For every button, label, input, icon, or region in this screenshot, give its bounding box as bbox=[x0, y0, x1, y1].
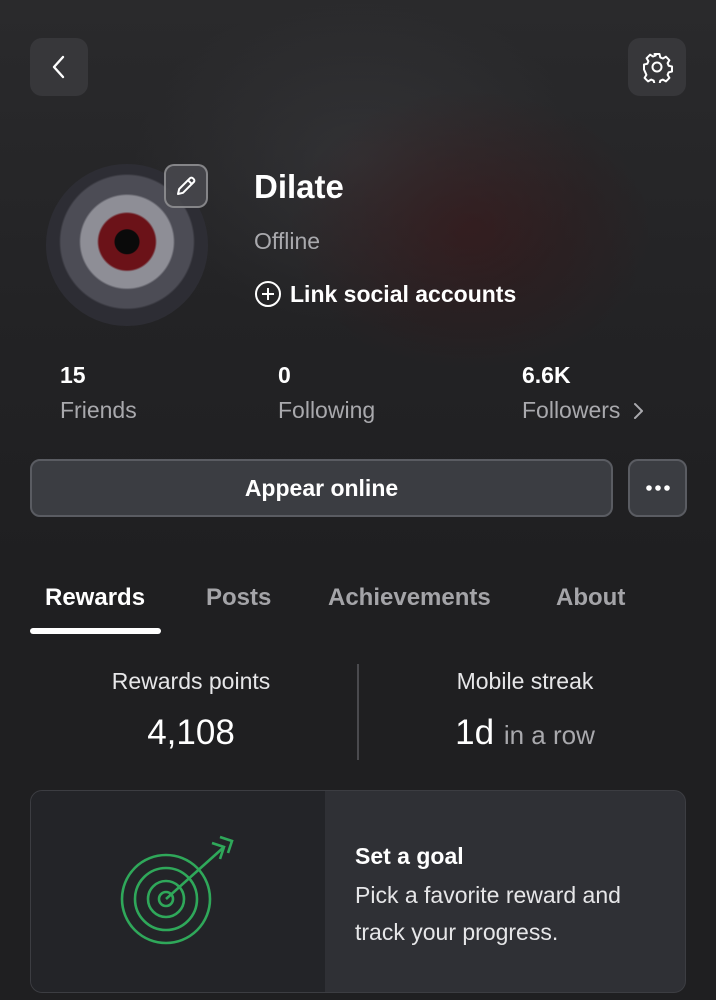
tab-posts[interactable]: Posts bbox=[206, 584, 271, 612]
followers-count: 6.6K bbox=[522, 362, 571, 388]
ellipsis-icon bbox=[645, 485, 670, 491]
tab-about[interactable]: About bbox=[556, 584, 625, 612]
following-label: Following bbox=[278, 397, 376, 423]
gear-icon bbox=[643, 53, 673, 83]
mobile-streak-panel: Mobile streak 1d in a row bbox=[364, 668, 686, 753]
tab-achievements[interactable]: Achievements bbox=[328, 584, 491, 612]
link-social-accounts-button[interactable]: Link social accounts bbox=[254, 280, 516, 308]
friends-stat[interactable]: 15 Friends bbox=[60, 362, 137, 424]
chevron-left-icon bbox=[52, 55, 65, 79]
appear-online-button[interactable]: Appear online bbox=[30, 459, 613, 517]
edit-avatar-button[interactable] bbox=[164, 164, 208, 208]
goal-card-description: Pick a favorite reward and track your pr… bbox=[355, 882, 621, 945]
rewards-points-panel: Rewards points 4,108 bbox=[30, 668, 352, 753]
link-social-label: Link social accounts bbox=[290, 280, 517, 307]
plus-circle-icon bbox=[255, 281, 281, 307]
chevron-right-icon bbox=[634, 402, 644, 419]
goal-card-title: Set a goal bbox=[355, 843, 464, 869]
friends-count: 15 bbox=[60, 362, 86, 388]
presence-status: Offline bbox=[254, 228, 321, 254]
target-icon bbox=[120, 835, 234, 944]
rewards-divider bbox=[357, 664, 359, 760]
settings-button[interactable] bbox=[628, 38, 686, 96]
username: Dilate bbox=[254, 168, 344, 205]
following-stat[interactable]: 0 Following bbox=[278, 362, 375, 424]
followers-stat[interactable]: 6.6K Followers bbox=[522, 362, 644, 424]
mobile-streak-value: 1d bbox=[455, 713, 495, 752]
pencil-icon bbox=[177, 176, 196, 195]
goal-illustration bbox=[31, 791, 325, 992]
rewards-points-label: Rewards points bbox=[111, 668, 271, 694]
mobile-streak-label: Mobile streak bbox=[456, 668, 594, 694]
set-goal-card[interactable]: Set a goal Pick a favorite reward and tr… bbox=[30, 790, 686, 993]
mobile-streak-suffix: in a row bbox=[503, 720, 595, 750]
rewards-points-value: 4,108 bbox=[147, 713, 235, 752]
tab-rewards[interactable]: Rewards bbox=[45, 584, 145, 612]
followers-label: Followers bbox=[522, 397, 621, 423]
friends-label: Friends bbox=[60, 397, 137, 423]
following-count: 0 bbox=[278, 362, 291, 388]
back-button[interactable] bbox=[30, 38, 88, 96]
avatar-container bbox=[46, 164, 210, 328]
active-tab-indicator bbox=[30, 628, 161, 634]
more-options-button[interactable] bbox=[628, 459, 687, 517]
